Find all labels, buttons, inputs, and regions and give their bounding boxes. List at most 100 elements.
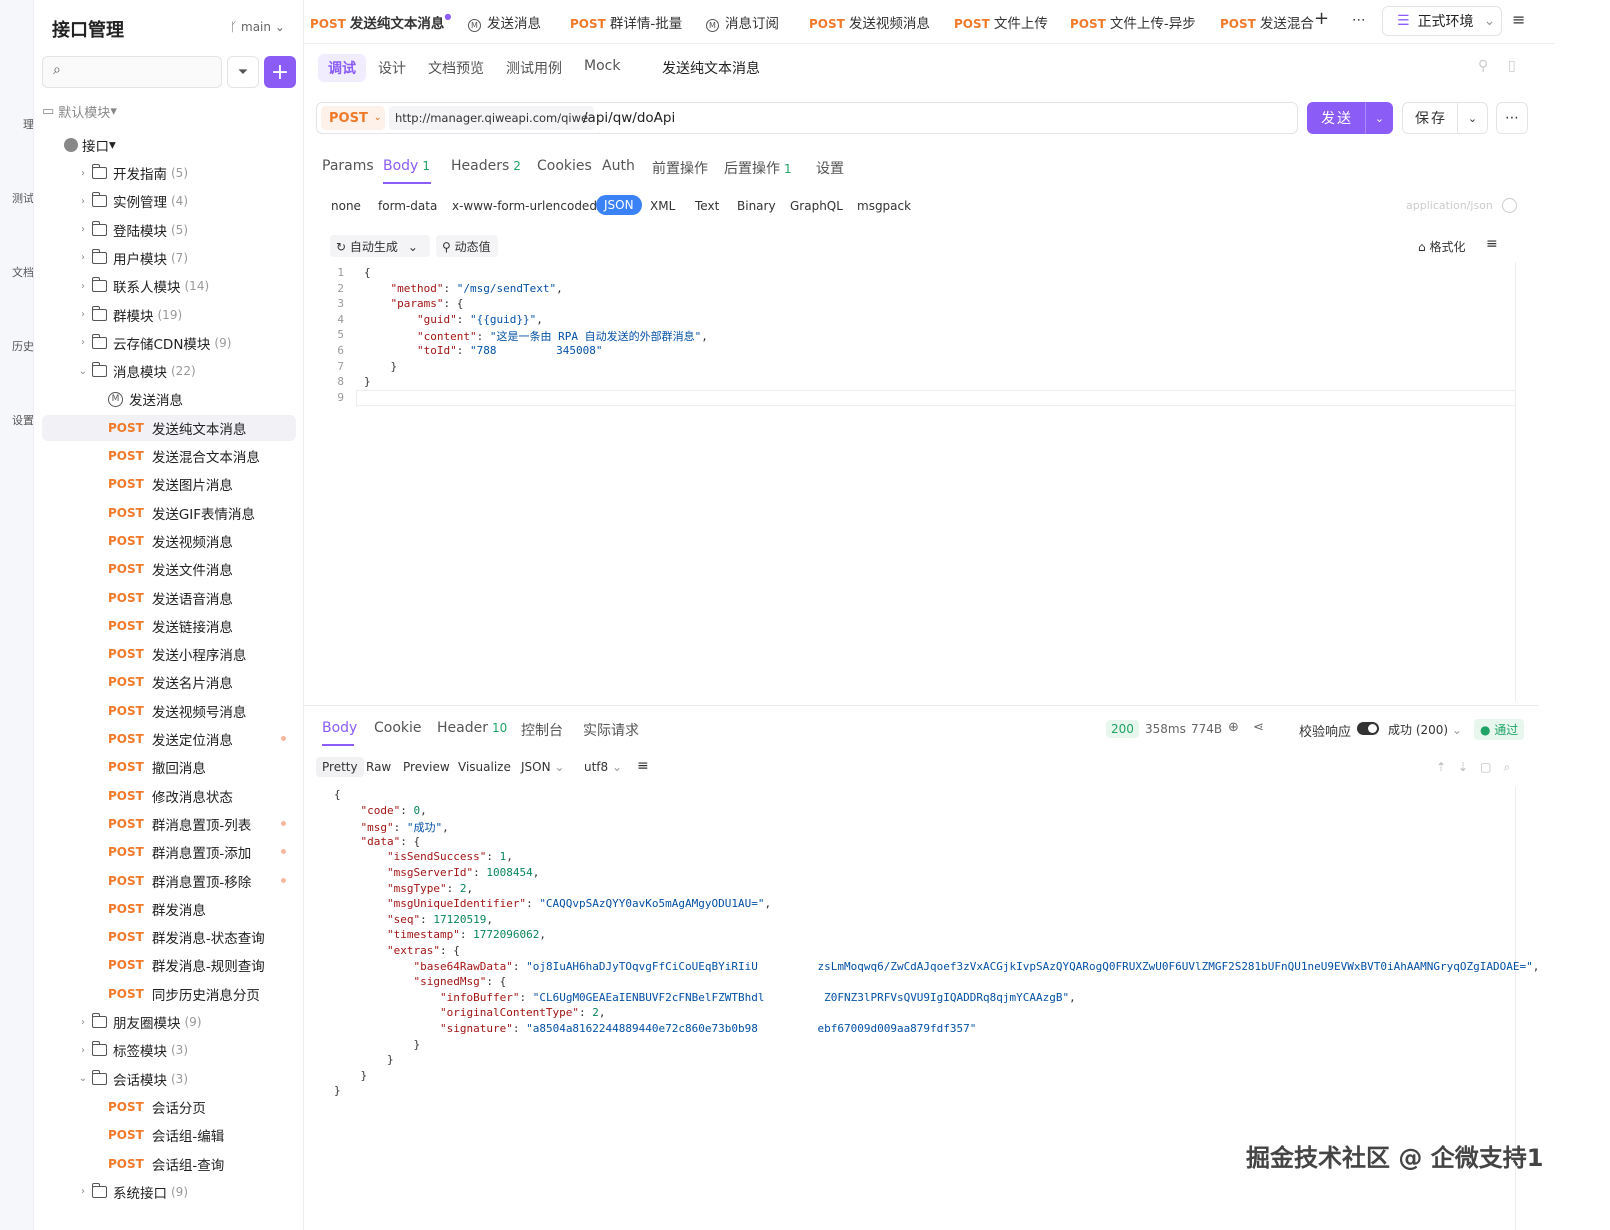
request-tab[interactable]: 设置 (816, 158, 844, 178)
tab-item[interactable]: POST 发送纯文本消息● (310, 12, 451, 32)
tree-folder[interactable]: › 系统接口 (9) (42, 1179, 296, 1205)
url-bar[interactable]: POST ⌄ http://manager.qiweapi.com/qiwe /a… (316, 102, 1298, 134)
tree-endpoint[interactable]: POST 撤回消息 (42, 754, 296, 780)
globe-icon[interactable]: ⊕ (1228, 720, 1239, 735)
view-tab[interactable]: 调试 (318, 54, 366, 82)
wrap-icon[interactable]: ≡ (1486, 236, 1498, 252)
tab-item[interactable]: POST 发送视频消息 (809, 12, 930, 32)
tree-endpoint[interactable]: POST 发送文件消息 (42, 556, 296, 582)
response-tab[interactable]: Header 10 (437, 720, 507, 736)
chevron-down-icon[interactable]: ⌄ (1457, 103, 1487, 133)
tree-folder[interactable]: › 实例管理 (4) (42, 188, 296, 214)
tree-endpoint[interactable]: POST 发送视频号消息 (42, 698, 296, 724)
request-tab[interactable]: Cookies (537, 158, 592, 174)
method-selector[interactable]: POST ⌄ (321, 106, 385, 130)
request-tab[interactable]: Body 1 (383, 158, 430, 174)
tree-endpoint[interactable]: POST 会话分页 (42, 1094, 296, 1120)
body-type-option[interactable]: form-data (378, 199, 437, 213)
tree-endpoint[interactable]: POST 修改消息状态 (42, 783, 296, 809)
dynamic-value-button[interactable]: ⚲ 动态值 (436, 235, 498, 257)
response-tab[interactable]: Body (322, 720, 357, 736)
tree-folder[interactable]: › 登陆模块 (5) (42, 217, 296, 243)
tree-endpoint[interactable]: POST 发送语音消息 (42, 585, 296, 611)
rail-item[interactable]: 文档 (0, 264, 33, 280)
wrap-icon[interactable]: ≡ (637, 758, 649, 774)
more-button[interactable]: ⋯ (1496, 102, 1528, 134)
view-mode[interactable]: Preview (403, 760, 450, 774)
tree-endpoint[interactable]: POST 群消息置顶-添加 (42, 839, 296, 865)
tree-endpoint[interactable]: POST 会话组-编辑 (42, 1122, 296, 1148)
tree-endpoint[interactable]: POST 群消息置顶-移除 (42, 868, 296, 894)
menu-icon[interactable]: ≡ (1512, 10, 1525, 29)
view-mode[interactable]: Visualize (458, 760, 511, 774)
view-mode[interactable]: Raw (366, 760, 391, 774)
branch-selector[interactable]: ᚴ main ⌄ (230, 20, 285, 34)
tree-endpoint[interactable]: POST 群发消息-规则查询 (42, 952, 296, 978)
tree-endpoint[interactable]: POST 发送视频消息 (42, 528, 296, 554)
share-icon[interactable]: ⋖ (1253, 720, 1264, 735)
tree-folder[interactable]: ⌄ 消息模块 (22) (42, 358, 296, 384)
tab-item[interactable]: M 消息订阅 (706, 12, 779, 32)
filter-button[interactable]: ⏷ (227, 56, 259, 88)
add-button[interactable]: + (264, 56, 296, 88)
view-tab[interactable]: Mock (584, 58, 620, 74)
tree-folder[interactable]: › 用户模块 (7) (42, 245, 296, 271)
new-tab-button[interactable]: + (1314, 8, 1329, 29)
tree-endpoint[interactable]: POST 会话组-查询 (42, 1151, 296, 1177)
tab-item[interactable]: M 发送消息 (468, 12, 541, 32)
body-type-option[interactable]: XML (650, 199, 675, 213)
rail-item[interactable]: 历史 (0, 338, 33, 354)
tab-item[interactable]: POST 群详情-批量 (570, 12, 682, 32)
search-input[interactable]: ⌕ (42, 56, 222, 88)
default-module[interactable]: ▭ 默认模块 ▾ (42, 98, 296, 124)
encoding-selector[interactable]: utf8 ⌄ (584, 760, 622, 774)
format-selector[interactable]: JSON ⌄ (521, 760, 564, 774)
tab-item[interactable]: POST 文件上传 (954, 12, 1048, 32)
body-type-option[interactable]: x-www-form-urlencoded (452, 199, 597, 213)
tree-root[interactable]: 接口 ▾ (42, 132, 296, 158)
more-tabs-icon[interactable]: ⋯ (1352, 12, 1366, 28)
response-tab[interactable]: 控制台 (521, 720, 563, 740)
tab-item[interactable]: POST 文件上传-异步 (1070, 12, 1196, 32)
view-tab[interactable]: 设计 (378, 58, 406, 78)
body-type-option[interactable]: Binary (737, 199, 776, 213)
environment-selector[interactable]: ☰ 正式环境 ⌄ (1382, 6, 1502, 36)
send-button[interactable]: 发送 ⌄ (1307, 102, 1393, 134)
body-type-option[interactable]: msgpack (857, 199, 911, 213)
doc-item[interactable]: M 发送消息 (42, 386, 296, 412)
tree-endpoint[interactable]: POST 群发消息-状态查询 (42, 924, 296, 950)
body-type-option[interactable]: JSON (596, 195, 642, 215)
tree-folder[interactable]: › 联系人模块 (14) (42, 273, 296, 299)
result-selector[interactable]: 成功 (200) ⌄ (1388, 721, 1462, 738)
rail-item[interactable]: 测试 (0, 190, 33, 206)
pin-icon[interactable]: ⚲ (1478, 58, 1488, 74)
split-divider[interactable] (304, 705, 1538, 706)
tree-folder[interactable]: › 云存储CDN模块 (9) (42, 330, 296, 356)
tree-folder[interactable]: › 开发指南 (5) (42, 160, 296, 186)
response-tools[interactable]: ⇡⇣▢⌕ (1436, 760, 1522, 775)
tree-folder[interactable]: › 标签模块 (3) (42, 1037, 296, 1063)
toggle-circle[interactable] (1502, 198, 1517, 213)
tree-endpoint[interactable]: POST 发送纯文本消息 (42, 414, 296, 441)
view-tab[interactable]: 文档预览 (428, 58, 484, 78)
request-tab[interactable]: Auth (602, 158, 635, 174)
tree-endpoint[interactable]: POST 发送混合文本消息 (42, 443, 296, 469)
tree-endpoint[interactable]: POST 发送链接消息 (42, 613, 296, 639)
body-type-option[interactable]: Text (695, 199, 719, 213)
validate-toggle[interactable] (1357, 722, 1379, 735)
tree-folder[interactable]: ⌄ 会话模块 (3) (42, 1066, 296, 1092)
rail-item[interactable]: 理 (0, 116, 33, 132)
tree-endpoint[interactable]: POST 发送图片消息 (42, 471, 296, 497)
format-button[interactable]: ⌂ 格式化 (1418, 238, 1465, 255)
save-button[interactable]: 保存 ⌄ (1402, 102, 1488, 134)
view-tab[interactable]: 测试用例 (506, 58, 562, 78)
response-tab[interactable]: Cookie (374, 720, 422, 736)
tree-endpoint[interactable]: POST 群消息置顶-列表 (42, 811, 296, 837)
body-type-option[interactable]: GraphQL (790, 199, 843, 213)
tree-endpoint[interactable]: POST 发送GIF表情消息 (42, 500, 296, 526)
request-tab[interactable]: Params (322, 158, 374, 174)
chevron-down-icon[interactable]: ⌄ (1365, 102, 1393, 134)
request-body-editor[interactable]: 1 {2 "method": "/msg/sendText", 3 "params"… (316, 262, 1516, 702)
tree-endpoint[interactable]: POST 发送小程序消息 (42, 641, 296, 667)
panel-icon[interactable]: ▯ (1508, 58, 1516, 74)
